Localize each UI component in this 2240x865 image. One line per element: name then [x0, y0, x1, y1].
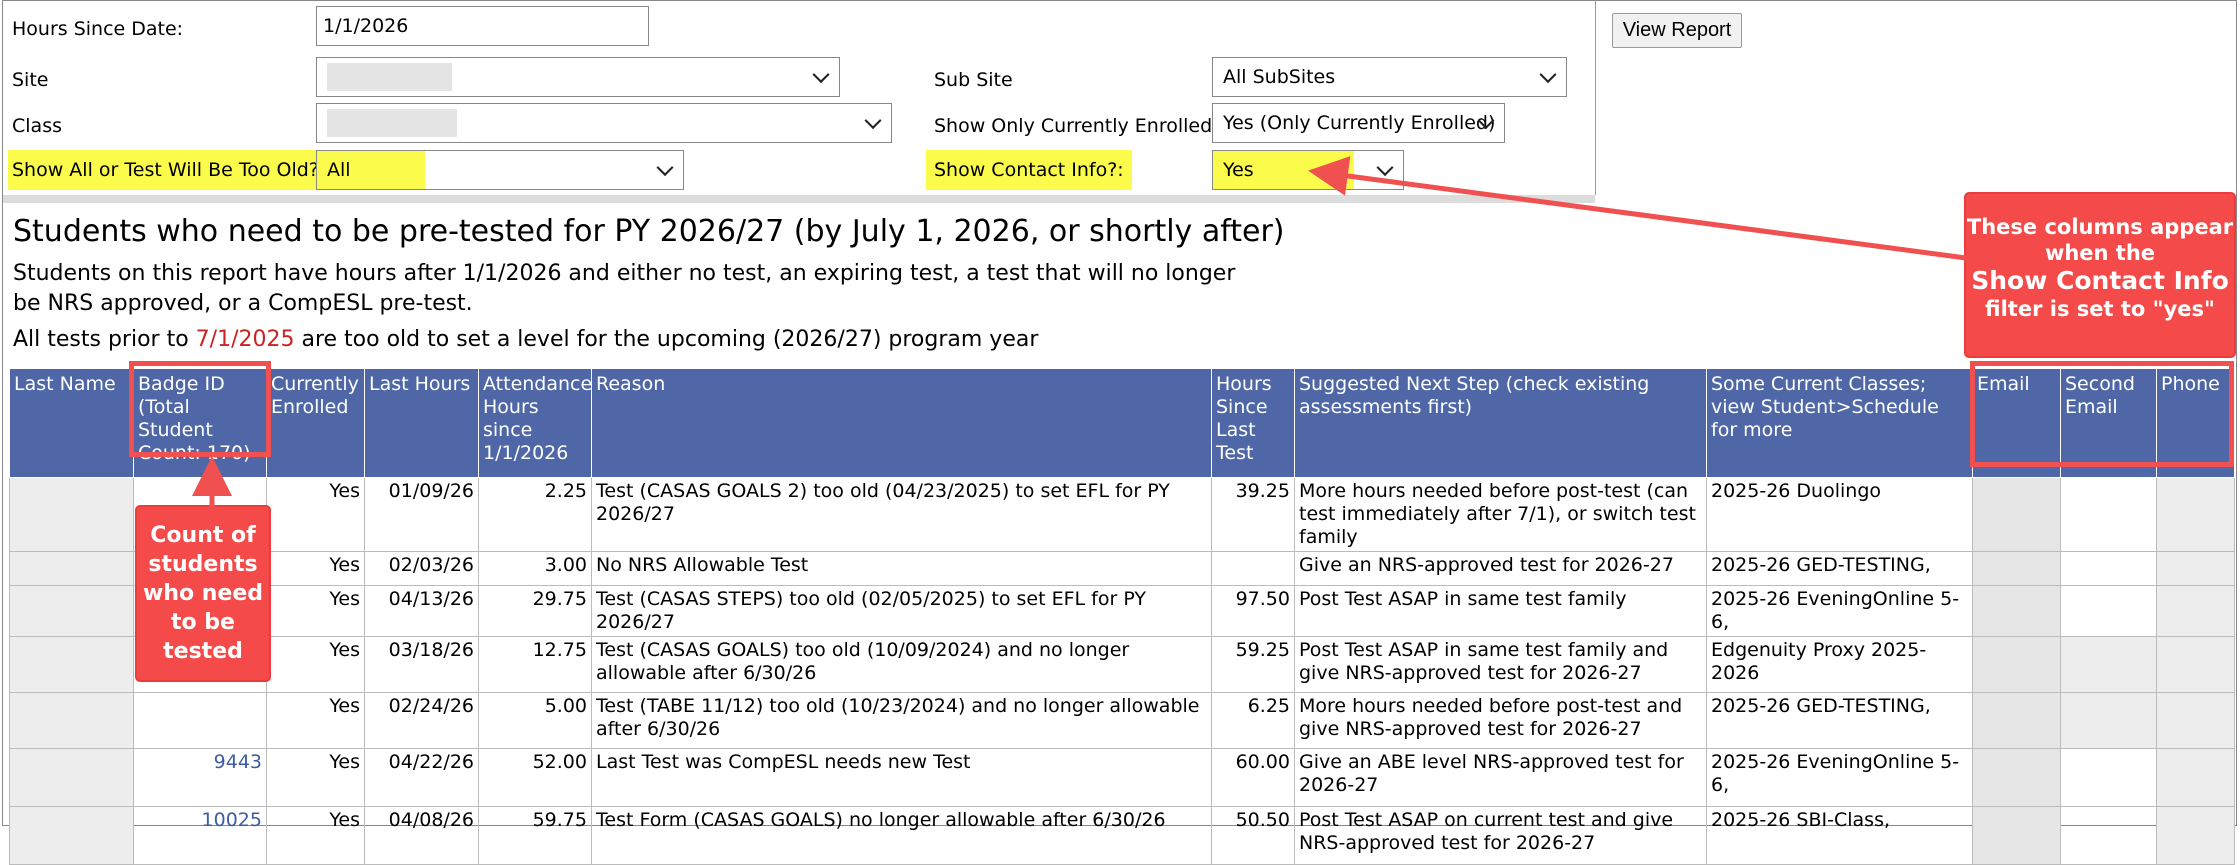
annotation-arrows [192, 156, 1967, 507]
contact-arrow [1308, 156, 1967, 261]
